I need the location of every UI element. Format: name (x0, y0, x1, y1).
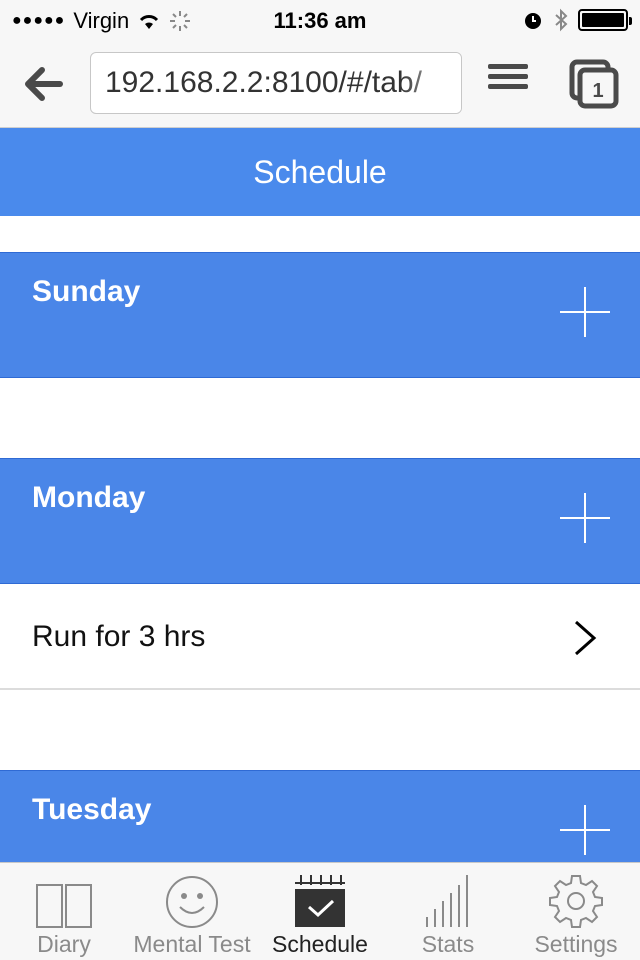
page-header: Schedule (0, 128, 640, 216)
schedule-list: Sunday Monday Run for 3 hrs Tuesday (0, 216, 640, 862)
bar-chart-icon (426, 875, 468, 927)
status-bar: ●●●●● Virgin 11:36 am (0, 0, 640, 40)
day-header-monday: Monday (0, 458, 640, 584)
battery-icon (578, 9, 632, 31)
back-button[interactable] (22, 62, 66, 106)
gear-icon (549, 875, 603, 928)
day-name: Tuesday (32, 793, 152, 826)
bluetooth-icon (555, 8, 568, 32)
browser-toolbar: 192.168.2.2:8100/#/tab/ 1 (0, 40, 640, 128)
day-header-tuesday: Tuesday (0, 770, 640, 862)
tab-bar: Diary Mental Test Schedule Stats Setting… (0, 862, 640, 960)
tab-label: Stats (421, 931, 475, 957)
day-name: Sunday (32, 275, 141, 308)
add-icon[interactable] (560, 805, 610, 855)
tab-label: Diary (37, 931, 91, 957)
tab-label: Settings (534, 931, 618, 957)
day-name: Monday (32, 481, 146, 514)
tab-stats[interactable]: Stats (384, 863, 512, 960)
tab-label: Schedule (272, 931, 368, 957)
tab-mental-test[interactable]: Mental Test (128, 863, 256, 960)
book-icon (36, 884, 92, 928)
status-right (522, 8, 632, 32)
tabs-icon: 1 (569, 59, 619, 109)
chevron-right-icon (575, 620, 597, 656)
tab-schedule[interactable]: Schedule (256, 863, 384, 960)
list-item[interactable]: Run for 3 hrs (0, 584, 640, 690)
browser-menu-button[interactable] (488, 64, 528, 104)
item-label: Run for 3 hrs (32, 620, 206, 653)
back-arrow-icon (25, 67, 63, 101)
calendar-check-icon (295, 875, 345, 927)
tab-diary[interactable]: Diary (0, 863, 128, 960)
alarm-icon (525, 13, 541, 29)
add-icon[interactable] (560, 287, 610, 337)
tab-count: 1 (592, 80, 603, 102)
browser-tabs-button[interactable]: 1 (568, 58, 620, 110)
day-header-sunday: Sunday (0, 252, 640, 378)
tab-settings[interactable]: Settings (512, 863, 640, 960)
page-title: Schedule (253, 154, 387, 190)
add-icon[interactable] (560, 493, 610, 543)
url-text: 192.168.2.2:8100/#/tab/ (105, 66, 422, 99)
tab-label: Mental Test (133, 931, 251, 957)
smiley-icon (166, 876, 218, 928)
url-field[interactable]: 192.168.2.2:8100/#/tab/ (90, 52, 462, 114)
